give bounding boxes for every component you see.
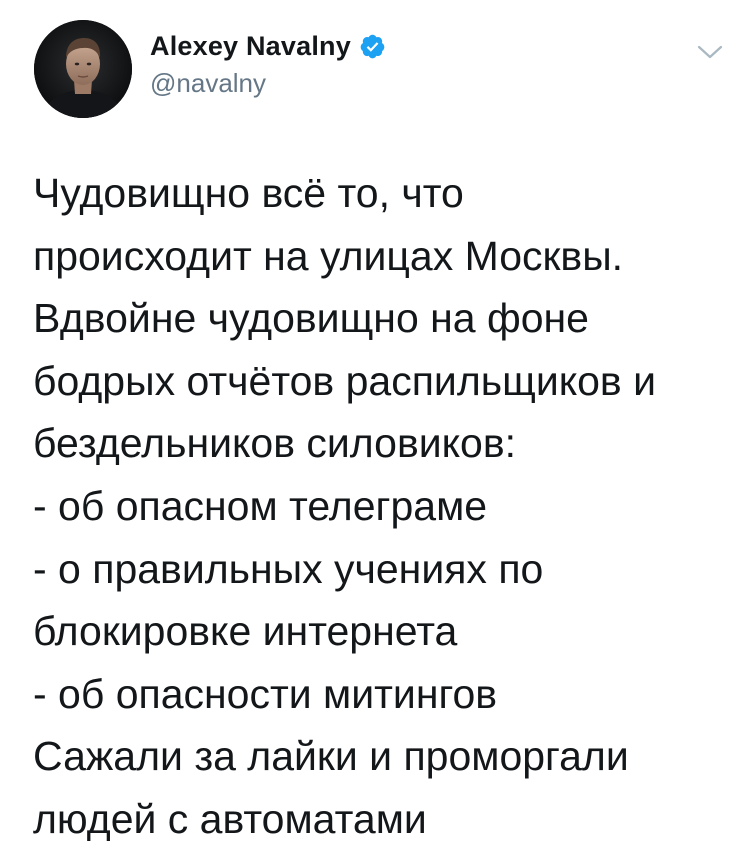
author-display-name[interactable]: Alexey Navalny [150,31,351,62]
tweet-line: бездельников силовиков: [33,420,517,467]
tweet-line: бодрых отчётов распильщиков и [33,357,657,404]
author-handle[interactable]: @navalny [150,68,386,99]
tweet-line: Сажали за лайки и проморгали [33,733,629,780]
tweet-line: Вдвойне чудовищно на фоне [33,295,589,342]
tweet-header: Alexey Navalny @navalny [34,20,724,120]
tweet-text: Чудовищно всё то, что происходит на улиц… [33,162,733,851]
tweet-line: блокировке интернета [33,608,458,655]
tweet-line: происходит на улицах Москвы. [33,232,624,279]
chevron-down-icon[interactable] [696,42,724,62]
verified-badge-icon [359,33,386,60]
tweet-line: - об опасном телеграме [33,482,488,529]
tweet-line: - о правильных учениях по [33,545,544,592]
tweet-line: людей с автоматами [33,795,427,842]
avatar[interactable] [34,20,132,118]
tweet-line: - об опасности митингов [33,670,498,717]
tweet-line: Чудовищно всё то, что [33,170,464,216]
author-block: Alexey Navalny @navalny [150,28,386,99]
tweet-card: Alexey Navalny @navalny Чудовищно всё то… [0,0,750,851]
name-row: Alexey Navalny [150,28,386,64]
